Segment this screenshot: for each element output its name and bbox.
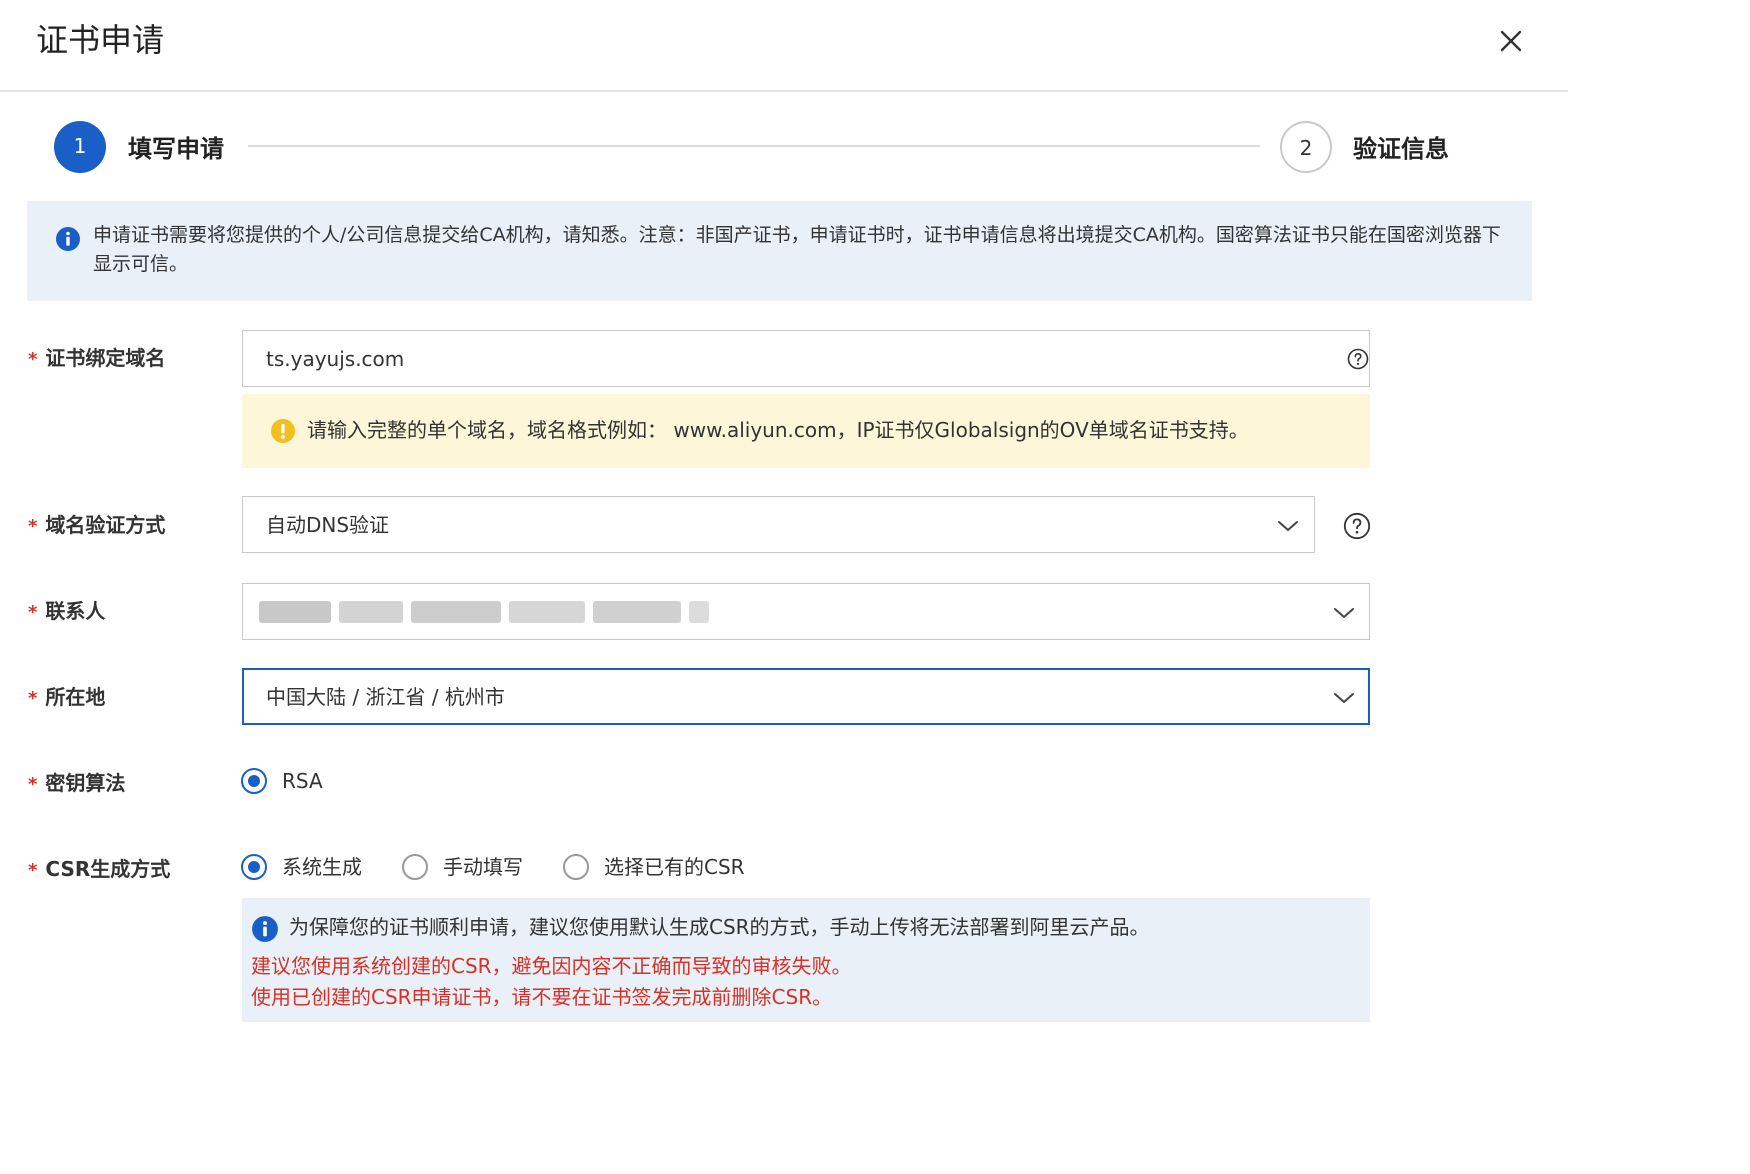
step-2-circle: 2: [1280, 121, 1332, 173]
notice-banner: 申请证书需要将您提供的个人/公司信息提交给CA机构，请知悉。注意：非国产证书，申…: [27, 201, 1532, 301]
step-connector: [248, 145, 1260, 147]
help-icon[interactable]: [1347, 348, 1369, 370]
help-icon[interactable]: [1343, 512, 1371, 540]
radio-csr-manual[interactable]: [402, 854, 428, 880]
radio-rsa[interactable]: [241, 768, 267, 794]
contact-label: * 联系人: [28, 599, 106, 623]
radio-rsa-label: RSA: [282, 769, 323, 793]
radio-csr-manual-label: 手动填写: [443, 855, 523, 879]
location-value: 中国大陆 / 浙江省 / 杭州市: [266, 685, 505, 709]
warning-icon: [271, 419, 295, 443]
notice-text: 申请证书需要将您提供的个人/公司信息提交给CA机构，请知悉。注意：非国产证书，申…: [93, 224, 1501, 275]
domain-hint-text: 请输入完整的单个域名，域名格式例如： www.aliyun.com，IP证书仅G…: [307, 418, 1249, 442]
location-select[interactable]: 中国大陆 / 浙江省 / 杭州市: [242, 668, 1370, 725]
step-1-label: 填写申请: [128, 135, 224, 163]
step-2-label: 验证信息: [1353, 135, 1449, 163]
domain-input[interactable]: ts.yayujs.com: [242, 330, 1370, 387]
domain-input-value: ts.yayujs.com: [266, 347, 405, 371]
domain-label: * 证书绑定域名: [28, 346, 166, 370]
domain-hint: 请输入完整的单个域名，域名格式例如： www.aliyun.com，IP证书仅G…: [242, 394, 1370, 468]
radio-csr-system-label: 系统生成: [282, 855, 362, 879]
csr-info-line-2: 建议您使用系统创建的CSR，避免因内容不正确而导致的审核失败。: [251, 954, 852, 978]
verify-method-label: * 域名验证方式: [28, 513, 166, 537]
csr-label: * CSR生成方式: [28, 857, 171, 881]
chevron-down-icon[interactable]: [1277, 515, 1299, 537]
radio-csr-system[interactable]: [241, 854, 267, 880]
step-1-circle: 1: [54, 121, 106, 173]
radio-csr-existing[interactable]: [563, 854, 589, 880]
close-icon[interactable]: [1494, 24, 1528, 58]
dialog-header: 证书申请: [0, 0, 1568, 92]
csr-info-line-1: 为保障您的证书顺利申请，建议您使用默认生成CSR的方式，手动上传将无法部署到阿里…: [289, 915, 1150, 939]
contact-select[interactable]: [242, 583, 1370, 640]
csr-info-box: 为保障您的证书顺利申请，建议您使用默认生成CSR的方式，手动上传将无法部署到阿里…: [242, 898, 1370, 1022]
chevron-down-icon[interactable]: [1333, 602, 1355, 624]
dialog-title: 证书申请: [36, 21, 165, 59]
verify-method-select[interactable]: 自动DNS验证: [242, 496, 1315, 553]
info-icon: [252, 916, 278, 942]
location-label: * 所在地: [28, 685, 106, 709]
radio-csr-existing-label: 选择已有的CSR: [604, 855, 745, 879]
algorithm-label: * 密钥算法: [28, 771, 126, 795]
chevron-down-icon[interactable]: [1333, 687, 1355, 709]
info-icon: [56, 227, 80, 251]
required-mark: *: [28, 349, 38, 370]
verify-method-value: 自动DNS验证: [266, 513, 390, 537]
csr-info-line-3: 使用已创建的CSR申请证书，请不要在证书签发完成前删除CSR。: [251, 985, 833, 1009]
